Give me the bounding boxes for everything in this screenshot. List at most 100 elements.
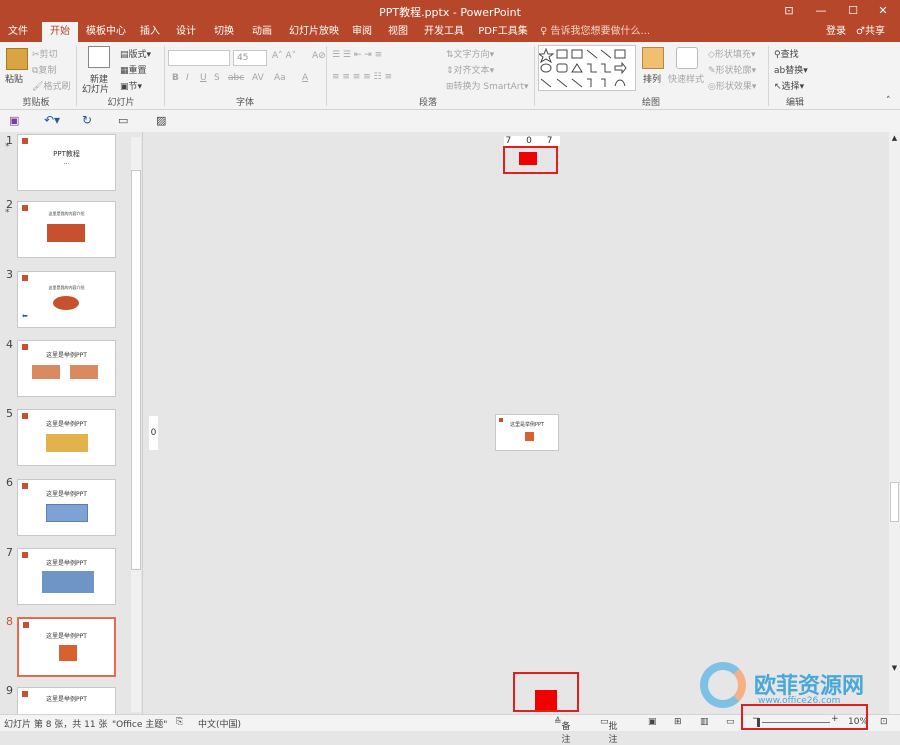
reset-button[interactable]: ▦重置	[120, 63, 147, 76]
slide-thumbnail[interactable]: PPT教程 ...	[17, 134, 116, 191]
image-icon[interactable]: ▨	[156, 114, 166, 127]
save-icon[interactable]: ▣	[9, 114, 19, 127]
tab-home[interactable]: 开始	[42, 22, 78, 42]
scroll-up-icon[interactable]: ▲	[890, 134, 899, 144]
minimize-button[interactable]: —	[806, 0, 836, 22]
slide-thumbnail[interactable]: 这里是我的内容介绍	[17, 201, 116, 258]
tab-insert[interactable]: 插入	[136, 22, 164, 42]
slide-thumbnail-selected[interactable]: 这里是举例PPT	[17, 617, 116, 677]
vertical-ruler: 0	[149, 416, 158, 450]
present-icon[interactable]: ▭	[118, 114, 128, 127]
format-painter-button[interactable]: 🖌格式刷	[32, 79, 70, 92]
strikethrough-button[interactable]: abc	[228, 73, 244, 83]
ribbon: 粘贴 ✂剪切 ⧉复制 🖌格式刷 剪贴板 新建 幻灯片 ▤版式▾ ▦重置 ▣节▾ …	[0, 42, 900, 110]
slide-number: 9	[6, 684, 13, 697]
tab-animations[interactable]: 动画	[248, 22, 276, 42]
font-size-field[interactable]: 45	[233, 50, 267, 66]
copy-button[interactable]: ⧉复制	[32, 63, 56, 76]
title-bar: PPT教程.pptx - PowerPoint ⊡ — ☐ ✕	[0, 0, 900, 22]
replace-button[interactable]: ab替换▾	[774, 63, 808, 76]
section-icon: ▣	[120, 82, 129, 92]
red-marker	[519, 152, 537, 165]
replace-icon: ab	[774, 66, 786, 76]
slide-miniature[interactable]: 这里是举例PPT	[495, 414, 559, 451]
layout-button[interactable]: ▤版式▾	[120, 47, 151, 60]
collapse-ribbon-icon[interactable]: ˄	[886, 96, 891, 106]
shape-outline-button[interactable]: ✎形状轮廓▾	[708, 63, 756, 76]
scissors-icon: ✂	[32, 50, 40, 60]
tab-transitions[interactable]: 切换	[210, 22, 238, 42]
horizontal-ruler: 7 0 7	[504, 136, 560, 146]
slide-thumbnail[interactable]: 这里是举例PPT	[17, 687, 116, 714]
bold-button[interactable]: B	[172, 73, 179, 83]
comments-button[interactable]: ▭ 批注	[600, 717, 618, 745]
paragraph-group-label: 段落	[418, 98, 437, 108]
person-icon: ♂	[856, 26, 865, 37]
canvas-scrollbar[interactable]: ▲ ▼	[889, 132, 900, 714]
undo-icon[interactable]: ↶▾	[44, 113, 60, 127]
tell-me-box[interactable]: ♀ 告诉我您想要做什么...	[540, 22, 650, 42]
slide-canvas[interactable]: 7 0 7 0 这里是举例PPT	[143, 132, 889, 714]
slide-thumbnail[interactable]: 这里是举例PPT	[17, 340, 116, 397]
align-icon[interactable]: ≡ ≡ ≡ ≡ ☷ ≡	[332, 72, 392, 82]
section-button[interactable]: ▣节▾	[120, 79, 142, 92]
quick-styles-button[interactable]: 快速样式	[668, 72, 704, 85]
shadow-button[interactable]: S	[214, 73, 220, 83]
reading-view-icon[interactable]: ▥	[700, 717, 709, 727]
spell-check-icon[interactable]: ⎘	[176, 717, 183, 727]
align-text-button[interactable]: ⇕对齐文本▾	[446, 63, 494, 76]
smartart-button[interactable]: ⊞转换为 SmartArt▾	[446, 79, 529, 92]
tab-review[interactable]: 审阅	[348, 22, 376, 42]
tab-templates[interactable]: 模板中心	[84, 22, 128, 42]
tab-slideshow[interactable]: 幻灯片放映	[286, 22, 342, 42]
slide-thumbnail[interactable]: 这里是举例PPT	[17, 479, 116, 536]
font-grow-button[interactable]: A˄ A˅	[272, 51, 296, 61]
text-direction-button[interactable]: ⇅文字方向▾	[446, 47, 494, 60]
tab-pdf-tools[interactable]: PDF工具集	[474, 22, 532, 42]
normal-view-icon[interactable]: ▣	[648, 717, 657, 727]
tab-file[interactable]: 文件	[4, 22, 32, 42]
char-spacing-button[interactable]: AV	[252, 73, 264, 83]
select-button[interactable]: ↖选择▾	[774, 79, 804, 92]
language-status[interactable]: 中文(中国)	[198, 717, 241, 730]
tab-developer[interactable]: 开发工具	[422, 22, 466, 42]
cut-button[interactable]: ✂剪切	[32, 47, 58, 60]
fit-to-window-icon[interactable]: ⊡	[880, 717, 888, 727]
scrollbar-thumb[interactable]	[890, 482, 899, 522]
slide-thumbnail[interactable]: 这里是我的内容介绍 ⬅	[17, 271, 116, 328]
italic-button[interactable]: I	[186, 73, 189, 83]
shape-fill-button[interactable]: ◇形状填充▾	[708, 47, 755, 60]
tab-view[interactable]: 视图	[384, 22, 412, 42]
notes-button[interactable]: ≙ 备注	[554, 717, 571, 745]
font-color-button[interactable]: A	[302, 73, 308, 83]
share-button[interactable]: ♂共享	[856, 22, 885, 42]
change-case-button[interactable]: Aa	[274, 73, 286, 83]
redo-icon[interactable]: ↻	[82, 113, 92, 127]
bullets-icon[interactable]: ☰ ☰ ⇤ ⇥ ≡	[332, 50, 382, 60]
clear-format-icon[interactable]: A⊘	[312, 51, 326, 61]
ppt-logo-icon	[47, 224, 85, 242]
find-button[interactable]: ⚲查找	[774, 47, 799, 60]
underline-button[interactable]: U	[200, 73, 207, 83]
slide-number: 3	[6, 268, 13, 281]
close-button[interactable]: ✕	[868, 0, 898, 22]
slideshow-icon[interactable]: ▭	[726, 717, 735, 727]
pen-icon: ✎	[708, 66, 716, 76]
login-link[interactable]: 登录	[826, 22, 846, 42]
slides-group-label: 幻灯片	[107, 98, 135, 108]
shape-effects-button[interactable]: ◎形状效果▾	[708, 79, 756, 92]
paint-bucket-icon: ◇	[708, 50, 715, 60]
paste-button[interactable]: 粘贴	[5, 72, 23, 85]
font-name-field[interactable]	[168, 50, 230, 66]
zoom-highlight-box	[741, 704, 868, 730]
image-placeholder	[70, 365, 98, 379]
slide-sorter-icon[interactable]: ⊞	[674, 717, 682, 727]
tab-design[interactable]: 设计	[172, 22, 200, 42]
maximize-button[interactable]: ☐	[838, 0, 868, 22]
arrange-button[interactable]: 排列	[643, 72, 661, 85]
thumbnail-scrollbar-thumb[interactable]	[131, 170, 141, 570]
ribbon-display-button[interactable]: ⊡	[774, 0, 804, 22]
slide-thumbnail[interactable]: 这里是举例PPT	[17, 548, 116, 605]
shapes-gallery[interactable]	[537, 45, 636, 91]
slide-thumbnail[interactable]: 这里是举例PPT	[17, 409, 116, 466]
